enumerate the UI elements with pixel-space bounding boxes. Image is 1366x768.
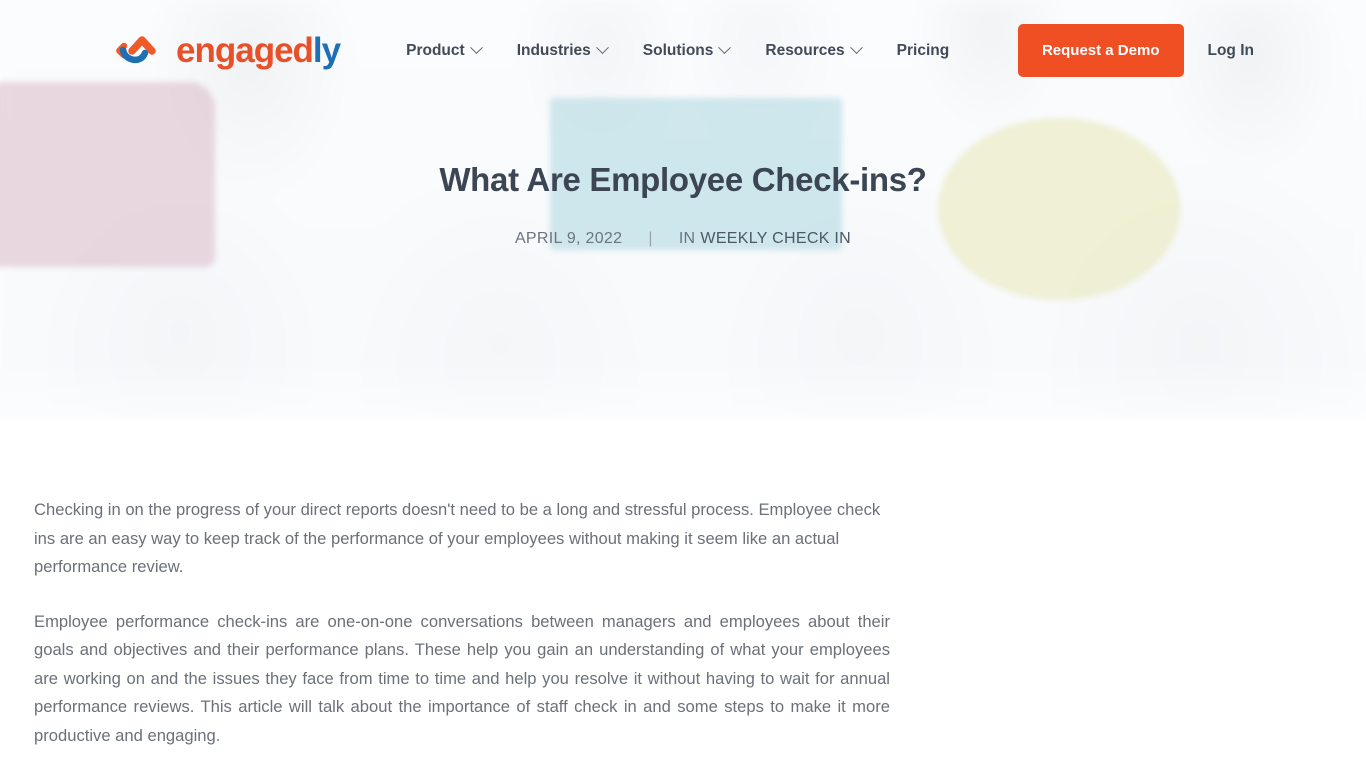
post-meta: APRIL 9, 2022 | IN WEEKLY CHECK IN	[515, 230, 851, 248]
request-demo-button[interactable]: Request a Demo	[1017, 24, 1184, 77]
nav-item-product-label: Product	[406, 41, 465, 59]
site-header: engagedly Product Industries Solutions R…	[0, 0, 1366, 101]
nav-item-product[interactable]: Product	[388, 34, 499, 68]
nav-item-pricing[interactable]: Pricing	[879, 34, 968, 68]
nav-item-solutions-label: Solutions	[642, 41, 714, 59]
chevron-down-icon	[718, 41, 732, 55]
chevron-down-icon	[595, 41, 609, 55]
nav-item-resources-label: Resources	[765, 41, 845, 59]
site-logo[interactable]: engagedly	[112, 31, 341, 70]
article-paragraph-1: Checking in on the progress of your dire…	[34, 500, 881, 577]
logo-wordmark: engagedly	[176, 31, 341, 70]
nav-item-pricing-label: Pricing	[896, 41, 950, 59]
engagedly-arc-logo-icon	[112, 33, 168, 69]
header-actions: Request a Demo Log In	[1017, 24, 1255, 77]
post-date: APRIL 9, 2022	[514, 229, 623, 247]
nav-item-resources[interactable]: Resources	[747, 34, 878, 68]
article-paragraph-2: Employee performance check-ins are one-o…	[34, 611, 890, 745]
chevron-down-icon	[469, 41, 483, 55]
chevron-down-icon	[849, 41, 863, 55]
nav-item-industries[interactable]: Industries	[499, 34, 625, 68]
login-link[interactable]: Log In	[1208, 42, 1255, 60]
hero-banner: engagedly Product Industries Solutions R…	[0, 0, 1366, 420]
post-category-link[interactable]: WEEKLY CHECK IN	[700, 230, 851, 248]
main-content-area: Checking in on the progress of your dire…	[0, 420, 1366, 768]
page-title: What Are Employee Check-ins?	[439, 161, 927, 198]
logo-wordmark-blue: ly	[312, 31, 341, 70]
nav-item-solutions[interactable]: Solutions	[625, 34, 748, 68]
meta-in-label: IN	[678, 229, 696, 247]
logo-wordmark-orange: engaged	[176, 31, 314, 70]
main-navigation: Product Industries Solutions Resources P…	[388, 34, 967, 68]
article-body: Checking in on the progress of your dire…	[0, 420, 890, 768]
meta-separator: |	[648, 229, 653, 247]
nav-item-industries-label: Industries	[516, 41, 591, 59]
